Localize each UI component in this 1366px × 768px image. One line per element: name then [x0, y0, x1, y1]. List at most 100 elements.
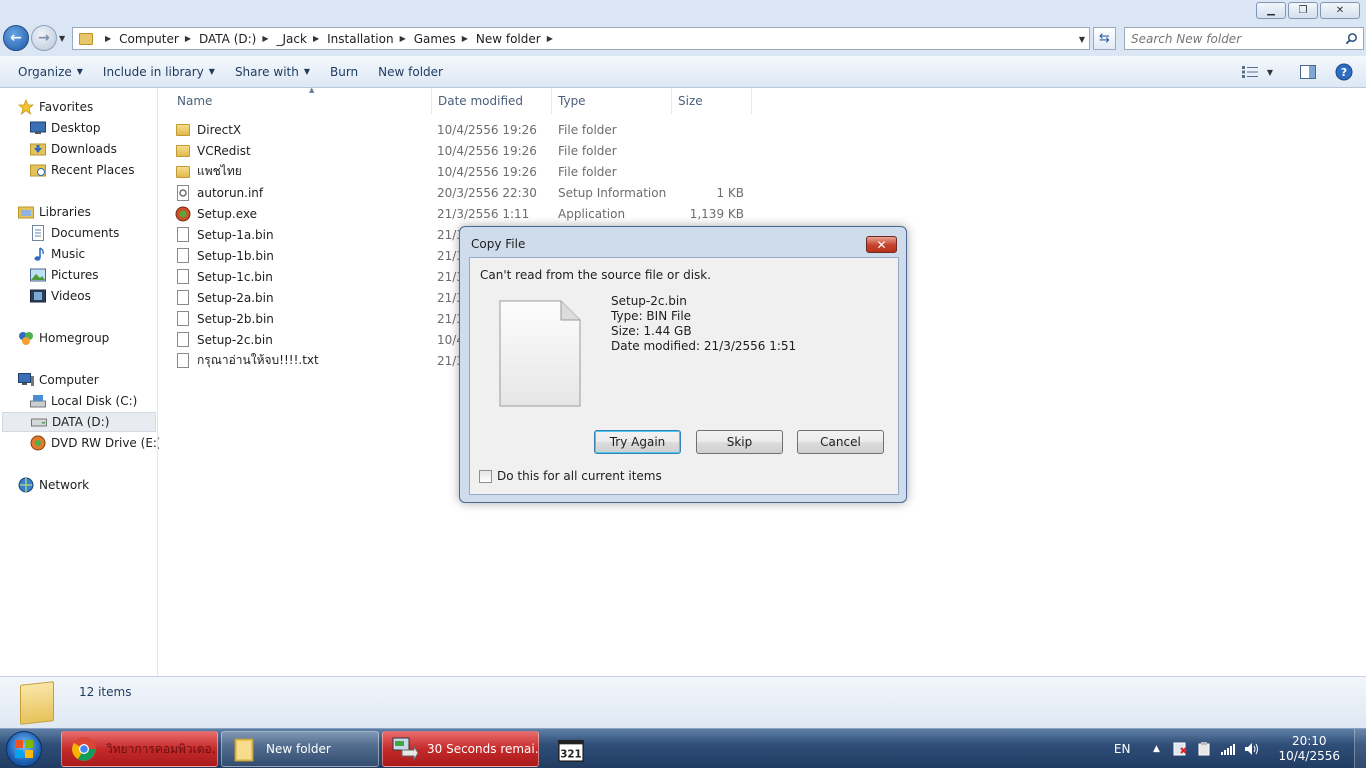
address-history-dropdown[interactable]: ▼ — [1079, 35, 1085, 44]
breadcrumb-data-d[interactable]: DATA (D:) ▶ — [199, 32, 277, 46]
back-button[interactable]: ← — [3, 25, 29, 51]
dialog-title: Copy File — [471, 237, 526, 251]
nav-downloads[interactable]: Downloads — [30, 139, 117, 159]
command-bar: Organize ▼ Include in library ▼ Share with… — [0, 56, 1366, 88]
maximize-button[interactable]: ❐ — [1288, 2, 1318, 19]
nav-documents[interactable]: Documents — [30, 223, 119, 243]
file-type: Type: BIN File — [611, 309, 692, 323]
nav-homegroup[interactable]: Homegroup — [18, 328, 109, 348]
chevron-right-icon[interactable]: ▶ — [462, 34, 468, 43]
show-hidden-icons-arrow[interactable]: ▲ — [1148, 741, 1164, 757]
volume-icon[interactable] — [1244, 741, 1260, 757]
nav-favorites[interactable]: Favorites — [18, 97, 93, 117]
settings-file-icon — [175, 184, 191, 201]
apply-to-all-checkbox[interactable] — [479, 469, 492, 483]
libraries-icon — [18, 204, 34, 220]
nav-network[interactable]: Network — [18, 475, 89, 495]
file-row[interactable]: Setup.exe 21/3/2556 1:11 Application 1,1… — [175, 203, 755, 224]
apply-to-all-option[interactable]: Do this for all current items — [479, 469, 662, 483]
dialog-close-button[interactable]: ✕ — [866, 236, 897, 253]
share-with-menu[interactable]: Share with ▼ — [227, 60, 318, 84]
breadcrumb-games[interactable]: Games ▶ — [414, 32, 476, 46]
search-box[interactable] — [1124, 27, 1364, 50]
file-icon — [175, 332, 191, 348]
refresh-button[interactable]: ⇆ — [1093, 27, 1116, 50]
view-dropdown[interactable]: ▼ — [1264, 61, 1276, 83]
chevron-right-icon[interactable]: ▶ — [105, 34, 111, 43]
nav-desktop[interactable]: Desktop — [30, 118, 101, 138]
organize-menu[interactable]: Organize ▼ — [10, 60, 91, 84]
device-icon[interactable] — [1196, 741, 1212, 757]
windows-logo-icon — [15, 740, 33, 758]
nav-music[interactable]: Music — [30, 244, 85, 264]
chevron-right-icon[interactable]: ▶ — [313, 34, 319, 43]
help-button[interactable]: ? — [1332, 61, 1356, 83]
system-tray: EN ▲ 20:10 10/4/2556 — [1114, 729, 1366, 768]
nav-libraries[interactable]: Libraries — [18, 202, 91, 222]
arrow-right-icon: → — [38, 30, 50, 46]
breadcrumb-new-folder[interactable]: New folder ▶ — [476, 32, 561, 46]
minimize-button[interactable]: ▁ — [1256, 2, 1286, 19]
column-header-date-modified[interactable]: Date modified — [432, 88, 552, 114]
nav-recent-places[interactable]: Recent Places — [30, 160, 134, 180]
chevron-right-icon[interactable]: ▶ — [547, 34, 553, 43]
nav-computer[interactable]: Computer — [18, 370, 99, 390]
language-indicator[interactable]: EN — [1114, 742, 1131, 756]
network-signal-icon[interactable] — [1220, 741, 1236, 757]
new-folder-button[interactable]: New folder — [370, 60, 451, 84]
navigation-pane: Favorites Desktop Downloads Recent Place… — [0, 88, 176, 676]
forward-button[interactable]: → — [31, 25, 57, 51]
breadcrumb-computer[interactable]: Computer ▶ — [119, 32, 199, 46]
start-button[interactable] — [6, 731, 42, 767]
search-icon[interactable] — [1345, 32, 1358, 45]
nav-dvd-drive[interactable]: DVD RW Drive (E:) TI — [30, 433, 176, 453]
skip-button[interactable]: Skip — [696, 430, 783, 454]
preview-pane-button[interactable] — [1296, 61, 1320, 83]
file-row[interactable]: DirectX 10/4/2556 19:26 File folder — [175, 119, 755, 140]
clock[interactable]: 20:10 10/4/2556 — [1278, 734, 1340, 764]
show-desktop-button[interactable] — [1354, 729, 1366, 768]
file-icon — [175, 311, 191, 327]
column-header-size[interactable]: Size — [672, 88, 752, 114]
chevron-right-icon[interactable]: ▶ — [185, 34, 191, 43]
cancel-button[interactable]: Cancel — [797, 430, 884, 454]
breadcrumb-jack[interactable]: _Jack ▶ — [277, 32, 328, 46]
dvd-drive-icon — [30, 435, 46, 451]
nav-local-disk-c[interactable]: Local Disk (C:) — [30, 391, 137, 411]
file-size: Size: 1.44 GB — [611, 324, 692, 338]
nav-pictures[interactable]: Pictures — [30, 265, 99, 285]
view-list-icon — [1242, 66, 1258, 78]
taskbar-media-player[interactable]: 321 — [549, 731, 593, 767]
search-input[interactable] — [1131, 31, 1341, 46]
try-again-button[interactable]: Try Again — [594, 430, 681, 454]
nav-videos[interactable]: Videos — [30, 286, 91, 306]
breadcrumb-installation[interactable]: Installation ▶ — [327, 32, 414, 46]
file-row[interactable]: แพชไทย 10/4/2556 19:26 File folder — [175, 161, 755, 182]
action-center-icon[interactable] — [1172, 741, 1188, 757]
folder-icon — [79, 32, 93, 45]
taskbar-copy-progress[interactable]: 30 Seconds remai... — [382, 731, 539, 767]
include-in-library-menu[interactable]: Include in library ▼ — [95, 60, 223, 84]
text-file-icon — [175, 353, 191, 369]
address-row: ← → ▼ ▶ Computer ▶ DATA (D:) ▶ _Jack ▶ Inst… — [0, 22, 1366, 56]
taskbar-chrome[interactable]: วิทยาการคอมพิวเตอ... — [61, 731, 218, 767]
window-controls: ▁ ❐ ✕ — [1254, 2, 1360, 19]
burn-button[interactable]: Burn — [322, 60, 366, 84]
column-header-type[interactable]: Type — [552, 88, 672, 114]
chevron-right-icon[interactable]: ▶ — [400, 34, 406, 43]
file-row[interactable]: autorun.inf 20/3/2556 22:30 Setup Inform… — [175, 182, 755, 203]
address-bar[interactable]: ▶ Computer ▶ DATA (D:) ▶ _Jack ▶ Installati… — [72, 27, 1090, 50]
nav-data-d[interactable]: DATA (D:) — [2, 412, 156, 432]
close-icon: ✕ — [876, 237, 887, 252]
recent-pages-dropdown[interactable]: ▼ — [59, 34, 65, 43]
dropdown-arrow-icon: ▼ — [208, 67, 215, 76]
window-titlebar: ▁ ❐ ✕ — [0, 0, 1366, 22]
folder-icon — [175, 143, 191, 159]
view-options-button[interactable] — [1238, 61, 1262, 83]
file-row[interactable]: VCRedist 10/4/2556 19:26 File folder — [175, 140, 755, 161]
taskbar-explorer[interactable]: New folder — [221, 731, 379, 767]
copy-file-dialog: Copy File ✕ Can't read from the source f… — [459, 226, 907, 503]
column-header-name[interactable]: Name ▲ — [171, 86, 432, 114]
chevron-right-icon[interactable]: ▶ — [262, 34, 268, 43]
close-window-button[interactable]: ✕ — [1320, 2, 1360, 19]
